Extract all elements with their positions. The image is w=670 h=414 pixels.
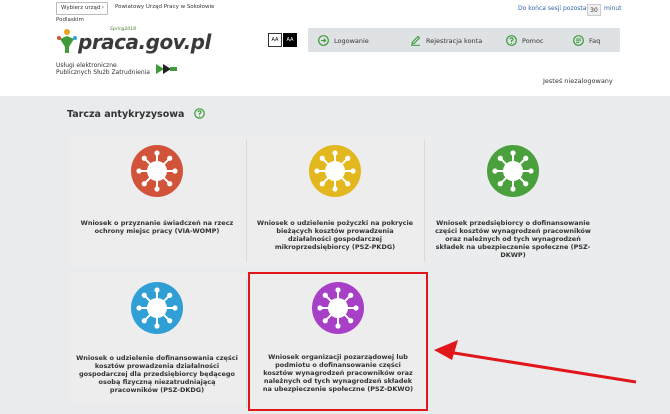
logo-mark-icon xyxy=(57,29,77,53)
site-logo[interactable]: Spring2018 praca.gov.pl xyxy=(56,27,211,56)
section-help-icon[interactable] xyxy=(194,108,205,119)
tile-label: Wniosek przedsiębiorcy o dofinansowanie … xyxy=(435,219,591,259)
tile-label: Wniosek organizacji pozarządowej lub pod… xyxy=(262,353,414,393)
tile-via-womp[interactable]: Wniosek o przyznanie świadczeń na rzecz … xyxy=(68,136,246,266)
nav-faq-label: Faq xyxy=(589,36,601,45)
virus-icon xyxy=(309,145,361,197)
chat-icon xyxy=(573,35,584,46)
tile-label: Wniosek o udzielenie pożyczki na pokryci… xyxy=(256,219,414,251)
font-size-normal-button[interactable]: AA xyxy=(268,33,282,47)
pencil-icon xyxy=(411,35,421,46)
tile-label: Wniosek o przyznanie świadczeń na rzecz … xyxy=(80,219,234,235)
services-line-1: Usługi elektroniczne xyxy=(56,62,117,69)
session-unit: minut xyxy=(604,5,622,12)
tile-divider xyxy=(246,278,247,408)
session-timer: 30 xyxy=(587,4,601,16)
tile-psz-dkwp[interactable]: Wniosek przedsiębiorcy o dofinansowanie … xyxy=(424,136,602,266)
tile-label: Wniosek o udzielenie dofinansowania częś… xyxy=(76,354,238,394)
nav-register-label: Rejestracja konta xyxy=(426,36,483,45)
office-name-line2: Podlaskim xyxy=(56,17,84,23)
office-name: Powiatowy Urząd Pracy w Sokołowie xyxy=(115,4,215,10)
office-select-label: Wybierz urząd xyxy=(61,5,101,11)
nav-help-label: Pomoc xyxy=(522,36,544,45)
virus-icon xyxy=(131,145,183,197)
nav-login-label: Logowanie xyxy=(334,36,369,45)
nav-faq[interactable]: Faq xyxy=(573,35,600,46)
nav-login[interactable]: Logowanie xyxy=(318,35,369,46)
office-select-button[interactable]: Wybierz urząd › xyxy=(56,2,108,15)
services-line-2: Publicznych Służb Zatrudnienia xyxy=(56,69,150,76)
logo-text: praca.gov.pl xyxy=(78,30,211,54)
virus-icon xyxy=(487,145,539,197)
high-contrast-button[interactable]: AA xyxy=(283,33,297,47)
tile-divider xyxy=(424,140,425,262)
nav-register[interactable]: Rejestracja konta xyxy=(410,35,482,46)
virus-icon xyxy=(312,282,364,334)
psz-logo-icon xyxy=(156,64,177,74)
section-title: Tarcza antykryzysowa xyxy=(67,109,185,120)
arrow-annotation-icon xyxy=(434,340,637,384)
session-label: Do końca sesji pozostało xyxy=(518,5,592,12)
login-icon xyxy=(318,35,329,46)
page-header: Wybierz urząd › Powiatowy Urząd Pracy w … xyxy=(0,0,670,96)
login-status: Jesteś niezalogowany xyxy=(543,77,613,85)
top-nav: Logowanie Rejestracja konta Pomoc Faq xyxy=(308,28,620,52)
tile-psz-dkdg[interactable]: Wniosek o udzielenie dofinansowania częś… xyxy=(68,273,246,403)
help-icon xyxy=(506,35,517,46)
nav-help[interactable]: Pomoc xyxy=(506,35,544,46)
virus-icon xyxy=(131,282,183,334)
chevron-right-icon: › xyxy=(101,4,104,11)
tile-psz-pkdg[interactable]: Wniosek o udzielenie pożyczki na pokryci… xyxy=(246,136,424,266)
services-caption: Usługi elektroniczne Publicznych Służb Z… xyxy=(56,62,150,76)
tile-psz-dkwo[interactable]: Wniosek organizacji pozarządowej lub pod… xyxy=(248,272,428,411)
tile-divider xyxy=(246,140,247,262)
